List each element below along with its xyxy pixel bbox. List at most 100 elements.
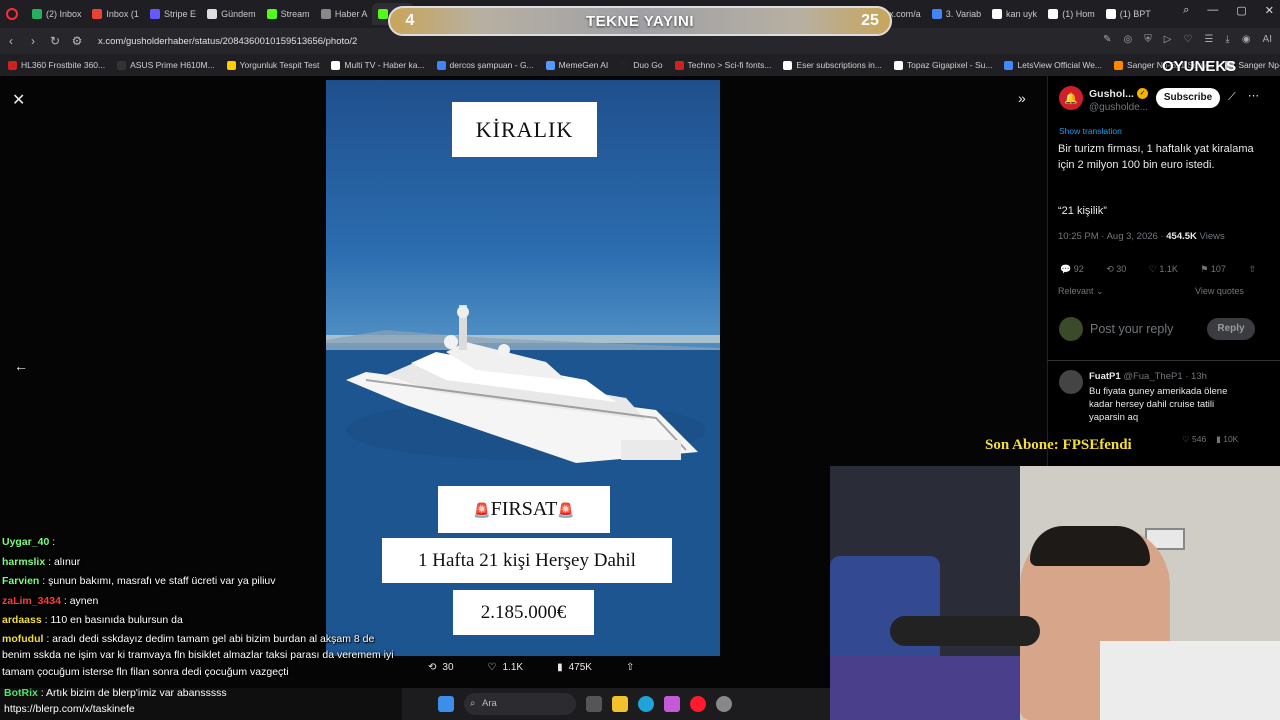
bookmark-favicon-icon	[331, 60, 341, 70]
bookmark-label: Multi TV - Haber ka...	[344, 60, 425, 70]
browser-tab[interactable]: Stripe E	[144, 3, 199, 25]
bookmark-item[interactable]: LetsView Official We...	[1004, 60, 1102, 70]
bookmark-label: HL360 Frostbite 360...	[21, 60, 106, 70]
commenter-avatar[interactable]	[1059, 370, 1083, 394]
url-field[interactable]: x.com/gusholderhaber/status/208436001015…	[98, 36, 357, 47]
back-icon[interactable]: ‹	[0, 34, 22, 48]
camera-icon[interactable]: ◎	[1124, 34, 1133, 45]
chat-message: ardaass : 110 en basınıda bulursun da	[2, 611, 402, 631]
address-bar-icons: ✎ ◎ ⛨ ▷ ♡ ☰ ⤓ ◉ AI	[1103, 34, 1272, 45]
copilot-icon[interactable]	[664, 696, 680, 712]
bookmark-item[interactable]: Techno > Sci-fi fonts...	[674, 60, 772, 70]
minimize-icon[interactable]: —	[1207, 4, 1218, 17]
browser-tab[interactable]: 3. Variab	[926, 3, 984, 25]
reload-icon[interactable]: ↻	[44, 34, 66, 48]
file-explorer-icon[interactable]	[612, 696, 628, 712]
reply-button[interactable]: Reply	[1207, 318, 1255, 340]
bookmark-item[interactable]: ASUS Prime H610M...	[117, 60, 215, 70]
play-icon[interactable]: ▷	[1164, 34, 1172, 45]
taskbar-search[interactable]: ⌕ Ara	[464, 693, 576, 715]
chat-username[interactable]: ardaass	[2, 614, 42, 626]
bookmark-favicon-icon	[1114, 60, 1124, 70]
browser-tab[interactable]: (1) Hom	[1042, 3, 1098, 25]
browser-tab[interactable]: Gündem	[201, 3, 258, 25]
chat-username[interactable]: harmslix	[2, 556, 45, 568]
retweet-stat[interactable]: ⟲ 30	[1106, 264, 1126, 275]
profile-icon[interactable]: ◉	[1242, 34, 1251, 45]
edge-icon[interactable]	[638, 696, 654, 712]
share-action[interactable]: ⇧	[626, 662, 634, 673]
bookmark-item[interactable]: dercos şampuan - G...	[436, 60, 534, 70]
sign-package: 1 Hafta 21 kişi Herşey Dahil	[382, 538, 672, 583]
tab-label: Gündem	[221, 9, 256, 19]
author-name[interactable]: Gushol...	[1089, 88, 1134, 100]
chat-text: : aradı dedi sskdayız dedim tamam gel ab…	[2, 632, 394, 678]
bookmark-favicon-icon	[226, 60, 236, 70]
shield-icon[interactable]: ⛨	[1144, 34, 1152, 45]
sort-relevant-dropdown[interactable]: Relevant ⌄	[1058, 286, 1104, 297]
reply-stat[interactable]: 💬 92	[1060, 264, 1084, 275]
bookmark-item[interactable]: Duo Go	[620, 60, 663, 70]
comment-views[interactable]: ▮ 10K	[1216, 434, 1238, 445]
bookmark-item[interactable]: Eser subscriptions in...	[783, 60, 882, 70]
bookmark-label: Techno > Sci-fi fonts...	[687, 60, 772, 70]
maximize-icon[interactable]: ▢	[1236, 4, 1246, 17]
collapse-panel-icon[interactable]: »	[1018, 90, 1026, 106]
opera-logo-icon[interactable]	[6, 8, 18, 20]
task-view-icon[interactable]	[586, 696, 602, 712]
latest-subscriber-label: Son Abone: FPSEfendi	[985, 437, 1132, 453]
show-translation-link[interactable]: Show translation	[1059, 126, 1122, 136]
retweet-action[interactable]: ⟲ 30	[428, 662, 454, 673]
site-info-icon[interactable]: ⚙	[66, 34, 88, 48]
menu-icon[interactable]: ☰	[1204, 34, 1213, 45]
windows-start-icon[interactable]	[438, 696, 454, 712]
browser-tab[interactable]: Stream	[261, 3, 313, 25]
share-icon[interactable]: ⇧	[1248, 264, 1256, 275]
comment-likes[interactable]: ♡ 546	[1182, 434, 1206, 445]
bookmark-item[interactable]: HL360 Frostbite 360...	[8, 60, 105, 70]
app-icon[interactable]	[716, 696, 732, 712]
heart-icon[interactable]: ♡	[1183, 34, 1192, 45]
views-icon: ▮	[557, 662, 563, 673]
bookmark-stat[interactable]: ⚑ 107	[1200, 264, 1226, 275]
browser-tab[interactable]: kan uyk	[986, 3, 1040, 25]
chat-username[interactable]: zaLim_3434	[2, 595, 61, 607]
chat-username[interactable]: Uygar_40	[2, 536, 49, 548]
views-action[interactable]: ▮ 475K	[557, 662, 592, 673]
comment-header[interactable]: FuatP1 @Fua_TheP1 · 13h	[1089, 371, 1207, 382]
more-options-icon[interactable]: ⋯	[1248, 89, 1259, 102]
reply-input[interactable]: Post your reply	[1090, 322, 1173, 336]
browser-tab[interactable]: (2) Inbox	[26, 3, 84, 25]
chat-username[interactable]: mofudul	[2, 633, 43, 645]
subscribe-button[interactable]: Subscribe	[1156, 88, 1220, 108]
close-media-icon[interactable]: ✕	[12, 90, 25, 110]
browser-tab[interactable]: (1) BPT	[1100, 3, 1154, 25]
tab-favicon-icon	[992, 9, 1003, 19]
like-action[interactable]: ♡ 1.1K	[488, 662, 524, 673]
tweet-time[interactable]: 10:25 PM · Aug 3, 2026 ·	[1058, 231, 1166, 242]
author-handle[interactable]: @gusholde...	[1089, 102, 1148, 113]
comment-text: Bu fiyata guney amerikada ölene kadar he…	[1089, 386, 1228, 423]
browser-tab[interactable]: Haber A	[315, 3, 371, 25]
bookmark-item[interactable]: MemeGen AI	[545, 60, 608, 70]
bookmark-item[interactable]: Topaz Gigapixel - Su...	[893, 60, 992, 70]
view-quotes-link[interactable]: View quotes	[1195, 286, 1244, 296]
close-window-icon[interactable]: ✕	[1265, 4, 1274, 17]
browser-tab[interactable]: Inbox (1	[86, 3, 142, 25]
tab-favicon-icon	[92, 9, 103, 19]
download-icon[interactable]: ⤓	[1225, 34, 1229, 45]
bookmark-item[interactable]: Multi TV - Haber ka...	[331, 60, 425, 70]
bookmark-item[interactable]: Yorgunluk Tespit Test	[226, 60, 319, 70]
forward-icon[interactable]: ›	[22, 34, 44, 48]
tab-favicon-icon	[150, 9, 160, 19]
author-avatar[interactable]: 🔔	[1059, 86, 1083, 110]
ai-icon[interactable]: AI	[1263, 34, 1272, 45]
search-tabs-icon[interactable]: ⌕	[1183, 4, 1189, 17]
previous-media-icon[interactable]: ←	[14, 358, 28, 374]
heart-icon: ♡	[487, 662, 497, 673]
chat-username[interactable]: Farvien	[2, 575, 39, 587]
grok-icon[interactable]: ⟋	[1228, 91, 1236, 104]
edit-icon[interactable]: ✎	[1103, 34, 1111, 45]
opera-icon[interactable]	[690, 696, 706, 712]
like-stat[interactable]: ♡ 1.1K	[1149, 264, 1178, 275]
